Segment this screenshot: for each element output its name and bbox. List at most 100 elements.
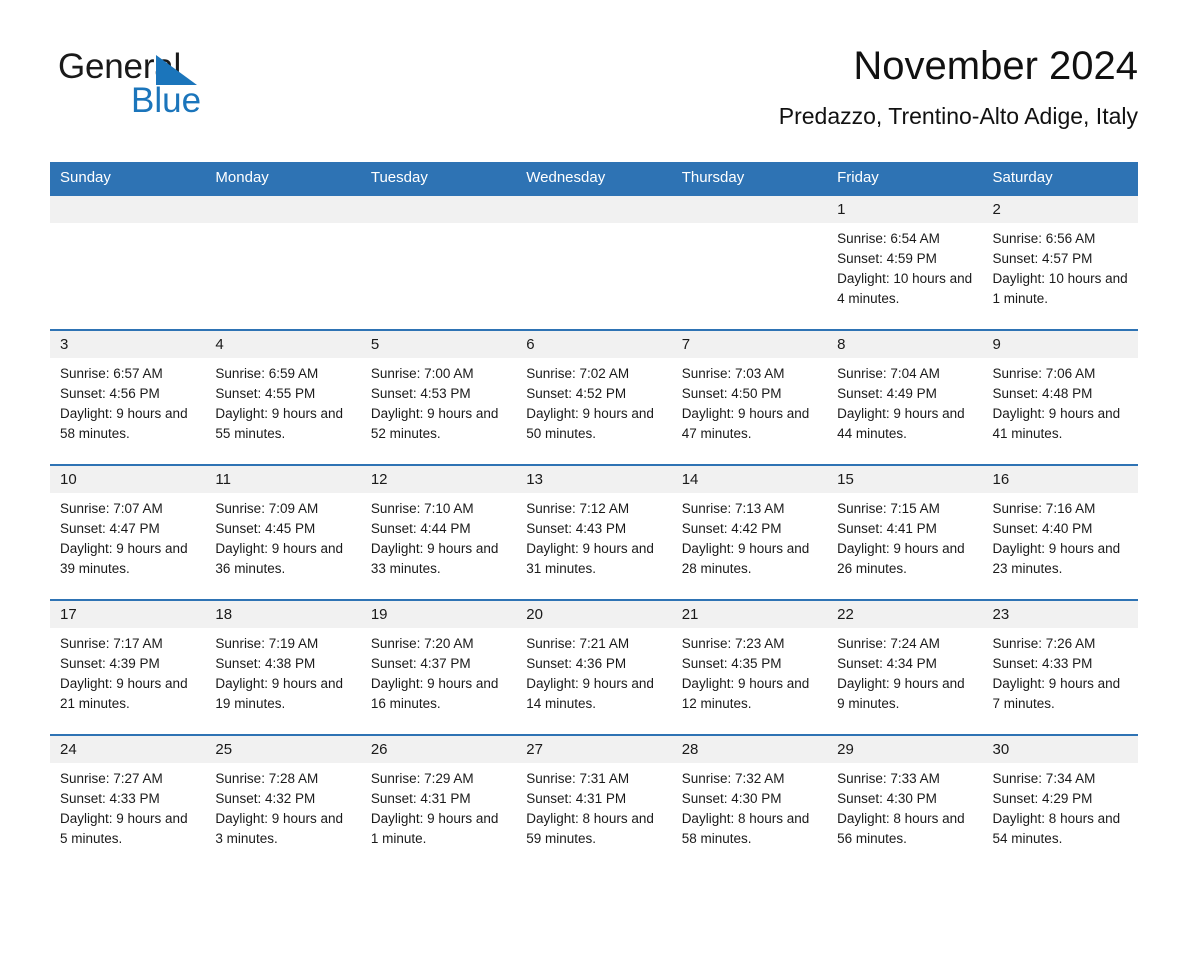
calendar-day-cell[interactable]: 2 Sunrise: 6:56 AM Sunset: 4:57 PM Daylight… — [982, 194, 1138, 330]
calendar-day-cell[interactable]: 15 Sunrise: 7:15 AM Sunset: 4:41 PM Dayligh… — [827, 464, 983, 600]
calendar-day-cell[interactable]: 13 Sunrise: 7:12 AM Sunset: 4:43 PM Dayligh… — [516, 464, 672, 600]
day-number: 12 — [360, 466, 517, 493]
calendar-day-cell[interactable]: 3 Sunrise: 6:57 AM Sunset: 4:56 PM Daylight… — [50, 329, 206, 465]
day-details: Sunrise: 7:10 AM Sunset: 4:44 PM Daylight:… — [361, 493, 516, 579]
sunrise-text: Sunrise: 7:27 AM — [60, 771, 163, 786]
daylight-text: Daylight: 9 hours and 21 minutes. — [60, 676, 188, 711]
day-number: 30 — [982, 736, 1138, 763]
calendar-day-cell[interactable]: 14 Sunrise: 7:13 AM Sunset: 4:42 PM Dayligh… — [671, 464, 828, 600]
calendar-day-cell[interactable]: 26 Sunrise: 7:29 AM Sunset: 4:31 PM Dayligh… — [360, 734, 517, 870]
sunset-text: Sunset: 4:37 PM — [370, 656, 471, 671]
day-details: Sunrise: 7:28 AM Sunset: 4:32 PM Daylight:… — [205, 763, 360, 849]
calendar-day-cell[interactable]: 9 Sunrise: 7:06 AM Sunset: 4:48 PM Daylight… — [982, 329, 1138, 465]
day-details: Sunrise: 6:56 AM Sunset: 4:57 PM Daylight:… — [983, 223, 1138, 309]
calendar-week-row: 3 Sunrise: 6:57 AM Sunset: 4:56 PM Daylight… — [50, 329, 1138, 465]
weekday-header-monday: Monday — [205, 162, 361, 195]
sunrise-text: Sunrise: 7:06 AM — [992, 366, 1096, 381]
calendar-day-cell[interactable]: 17 Sunrise: 7:17 AM Sunset: 4:39 PM Dayligh… — [50, 599, 206, 735]
day-number: 18 — [205, 601, 361, 628]
sunset-text: Sunset: 4:30 PM — [681, 791, 782, 806]
calendar-day-cell[interactable]: 12 Sunrise: 7:10 AM Sunset: 4:44 PM Dayligh… — [360, 464, 517, 600]
calendar-day-cell[interactable]: 23 Sunrise: 7:26 AM Sunset: 4:33 PM Dayligh… — [982, 599, 1138, 735]
day-number — [50, 196, 206, 223]
day-number: 2 — [982, 196, 1138, 223]
page-title: November 2024 — [853, 44, 1138, 88]
weekday-header-friday: Friday — [827, 162, 983, 195]
calendar-day-cell-empty — [205, 194, 361, 330]
calendar-day-cell[interactable]: 11 Sunrise: 7:09 AM Sunset: 4:45 PM Dayligh… — [205, 464, 361, 600]
sunset-text: Sunset: 4:40 PM — [992, 521, 1093, 536]
sunset-text: Sunset: 4:57 PM — [992, 251, 1093, 266]
day-details: Sunrise: 7:24 AM Sunset: 4:34 PM Daylight:… — [827, 628, 982, 714]
calendar-day-cell[interactable]: 22 Sunrise: 7:24 AM Sunset: 4:34 PM Dayligh… — [827, 599, 983, 735]
sunrise-text: Sunrise: 6:59 AM — [215, 366, 319, 381]
sunrise-text: Sunrise: 7:19 AM — [215, 636, 319, 651]
day-number: 6 — [516, 331, 672, 358]
calendar-body: 1 Sunrise: 6:54 AM Sunset: 4:59 PM Daylight… — [50, 194, 1138, 870]
calendar-day-cell[interactable]: 8 Sunrise: 7:04 AM Sunset: 4:49 PM Daylight… — [827, 329, 983, 465]
calendar-day-cell[interactable]: 19 Sunrise: 7:20 AM Sunset: 4:37 PM Dayligh… — [360, 599, 517, 735]
sunrise-text: Sunrise: 7:16 AM — [992, 501, 1096, 516]
day-number: 16 — [982, 466, 1138, 493]
sunset-text: Sunset: 4:59 PM — [837, 251, 937, 266]
day-details: Sunrise: 7:09 AM Sunset: 4:45 PM Daylight:… — [205, 493, 360, 579]
sunset-text: Sunset: 4:42 PM — [681, 521, 782, 536]
day-details: Sunrise: 6:57 AM Sunset: 4:56 PM Daylight:… — [50, 358, 205, 444]
daylight-text: Daylight: 9 hours and 5 minutes. — [60, 811, 188, 846]
day-number — [360, 196, 517, 223]
calendar-day-cell[interactable]: 4 Sunrise: 6:59 AM Sunset: 4:55 PM Daylight… — [205, 329, 361, 465]
sunrise-text: Sunrise: 7:10 AM — [370, 501, 474, 516]
calendar-day-cell[interactable]: 16 Sunrise: 7:16 AM Sunset: 4:40 PM Dayligh… — [982, 464, 1138, 600]
day-details: Sunrise: 7:02 AM Sunset: 4:52 PM Daylight:… — [516, 358, 671, 444]
sunset-text: Sunset: 4:44 PM — [370, 521, 471, 536]
calendar-day-cell[interactable]: 21 Sunrise: 7:23 AM Sunset: 4:35 PM Dayligh… — [671, 599, 828, 735]
calendar-day-cell[interactable]: 29 Sunrise: 7:33 AM Sunset: 4:30 PM Dayligh… — [827, 734, 983, 870]
day-details: Sunrise: 7:29 AM Sunset: 4:31 PM Daylight:… — [361, 763, 516, 849]
day-details: Sunrise: 7:12 AM Sunset: 4:43 PM Daylight:… — [516, 493, 671, 579]
calendar-day-cell[interactable]: 28 Sunrise: 7:32 AM Sunset: 4:30 PM Dayligh… — [671, 734, 828, 870]
daylight-text: Daylight: 10 hours and 4 minutes. — [837, 271, 973, 306]
calendar-day-cell[interactable]: 10 Sunrise: 7:07 AM Sunset: 4:47 PM Dayligh… — [50, 464, 206, 600]
calendar-day-cell[interactable]: 27 Sunrise: 7:31 AM Sunset: 4:31 PM Dayligh… — [516, 734, 672, 870]
calendar-day-cell[interactable]: 7 Sunrise: 7:03 AM Sunset: 4:50 PM Daylight… — [671, 329, 828, 465]
day-details: Sunrise: 7:21 AM Sunset: 4:36 PM Daylight:… — [516, 628, 671, 714]
sunset-text: Sunset: 4:47 PM — [60, 521, 160, 536]
day-details: Sunrise: 7:06 AM Sunset: 4:48 PM Daylight:… — [983, 358, 1138, 444]
general-blue-logo[interactable]: General Blue — [58, 47, 398, 127]
calendar-day-cell[interactable]: 18 Sunrise: 7:19 AM Sunset: 4:38 PM Dayligh… — [205, 599, 361, 735]
calendar-day-cell[interactable]: 25 Sunrise: 7:28 AM Sunset: 4:32 PM Dayligh… — [205, 734, 361, 870]
sunrise-text: Sunrise: 6:57 AM — [60, 366, 163, 381]
sunset-text: Sunset: 4:48 PM — [992, 386, 1093, 401]
calendar-day-cell[interactable]: 30 Sunrise: 7:34 AM Sunset: 4:29 PM Dayligh… — [982, 734, 1138, 870]
day-number: 1 — [827, 196, 983, 223]
day-details: Sunrise: 7:13 AM Sunset: 4:42 PM Daylight:… — [672, 493, 827, 579]
daylight-text: Daylight: 10 hours and 1 minute. — [992, 271, 1128, 306]
sunset-text: Sunset: 4:56 PM — [60, 386, 160, 401]
day-number: 17 — [50, 601, 206, 628]
calendar-day-cell-empty — [50, 194, 206, 330]
daylight-text: Daylight: 9 hours and 26 minutes. — [837, 541, 965, 576]
calendar-day-cell[interactable]: 5 Sunrise: 7:00 AM Sunset: 4:53 PM Daylight… — [360, 329, 517, 465]
calendar-day-cell[interactable]: 1 Sunrise: 6:54 AM Sunset: 4:59 PM Daylight… — [827, 194, 983, 330]
day-number: 15 — [827, 466, 983, 493]
calendar-day-cell[interactable]: 24 Sunrise: 7:27 AM Sunset: 4:33 PM Dayligh… — [50, 734, 206, 870]
calendar-day-cell[interactable]: 6 Sunrise: 7:02 AM Sunset: 4:52 PM Daylight… — [516, 329, 672, 465]
day-details: Sunrise: 7:33 AM Sunset: 4:30 PM Daylight:… — [827, 763, 982, 849]
calendar-week-row: 24 Sunrise: 7:27 AM Sunset: 4:33 PM Dayligh… — [50, 734, 1138, 870]
day-details: Sunrise: 7:15 AM Sunset: 4:41 PM Daylight:… — [827, 493, 982, 579]
daylight-text: Daylight: 9 hours and 16 minutes. — [370, 676, 499, 711]
daylight-text: Daylight: 9 hours and 7 minutes. — [992, 676, 1121, 711]
sunrise-text: Sunrise: 7:32 AM — [681, 771, 785, 786]
calendar-day-cell[interactable]: 20 Sunrise: 7:21 AM Sunset: 4:36 PM Dayligh… — [516, 599, 672, 735]
daylight-text: Daylight: 9 hours and 39 minutes. — [60, 541, 188, 576]
sunrise-text: Sunrise: 7:02 AM — [526, 366, 630, 381]
sunrise-text: Sunrise: 7:29 AM — [370, 771, 474, 786]
sunrise-text: Sunrise: 7:09 AM — [215, 501, 319, 516]
calendar-week-row: 17 Sunrise: 7:17 AM Sunset: 4:39 PM Dayligh… — [50, 599, 1138, 735]
sunset-text: Sunset: 4:53 PM — [370, 386, 471, 401]
daylight-text: Daylight: 8 hours and 56 minutes. — [837, 811, 965, 846]
sunrise-text: Sunrise: 6:54 AM — [837, 231, 940, 246]
day-number: 26 — [360, 736, 517, 763]
day-details: Sunrise: 7:16 AM Sunset: 4:40 PM Daylight:… — [983, 493, 1138, 579]
calendar-day-cell-empty — [360, 194, 517, 330]
